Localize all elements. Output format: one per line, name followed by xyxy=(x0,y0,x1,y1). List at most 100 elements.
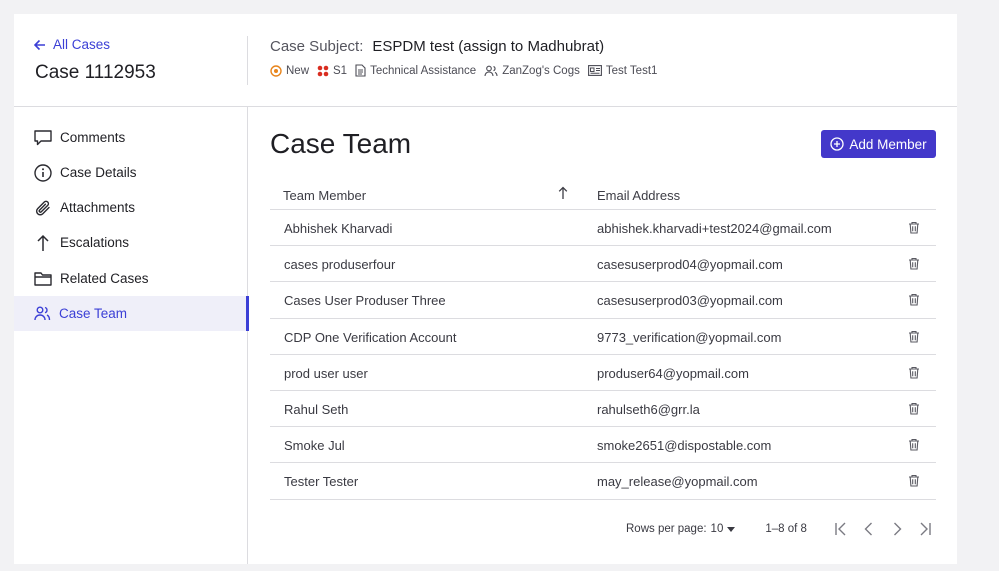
table-row: Abhishek Kharvadi abhishek.kharvadi+test2… xyxy=(270,210,936,247)
team-member-name: prod user user xyxy=(284,365,368,381)
team-member-name: cases produserfour xyxy=(284,257,396,273)
trash-icon[interactable] xyxy=(908,257,920,270)
severity-badge: S1 xyxy=(317,65,347,77)
first-page-button[interactable] xyxy=(827,522,855,536)
table-row: Tester Tester may_release@yopmail.com xyxy=(270,463,936,500)
case-card: All Cases Case 1112953 Case Subject: ESP… xyxy=(14,14,957,564)
users-icon xyxy=(484,65,498,76)
table-row: cases produserfour casesuserprod04@yopmai… xyxy=(270,246,936,283)
trash-icon[interactable] xyxy=(908,221,920,234)
sidebar: Comments Case Details Attachments Escala… xyxy=(14,107,249,564)
case-account: ZanZog's Cogs xyxy=(484,65,580,77)
all-cases-label: All Cases xyxy=(53,37,111,52)
paperclip-icon xyxy=(35,200,50,215)
rows-per-page-label: Rows per page: xyxy=(626,523,707,535)
case-subject: Case Subject: ESPDM test (assign to Madh… xyxy=(270,38,604,55)
status-text: New xyxy=(286,64,310,77)
status-target-icon xyxy=(270,64,282,77)
sidebar-item-comments[interactable]: Comments xyxy=(14,120,248,155)
case-type-text: Technical Assistance xyxy=(370,64,477,77)
team-member-email: casesuserprod04@yopmail.com xyxy=(597,257,783,273)
plus-circle-icon xyxy=(830,137,844,151)
team-member-name: Abhishek Kharvadi xyxy=(284,221,393,236)
table-row: Rahul Seth rahulseth6@grr.la xyxy=(270,391,936,428)
team-member-email: may_release@yopmail.com xyxy=(597,474,758,490)
team-member-email: abhishek.kharvadi+test2024@gmail.com xyxy=(597,221,832,236)
team-member-email: smoke2651@dispostable.com xyxy=(597,438,772,454)
sidebar-item-label: Case Details xyxy=(60,165,137,180)
status-badge: New xyxy=(270,65,309,77)
subject-value: ESPDM test (assign to Madhubrat) xyxy=(372,38,605,55)
trash-icon[interactable] xyxy=(908,402,920,415)
contact-text: Test Test1 xyxy=(605,64,658,77)
team-member-name: Cases User Produser Three xyxy=(284,293,446,309)
previous-page-button[interactable] xyxy=(855,522,883,536)
column-header-team-member[interactable]: Team Member xyxy=(283,188,366,203)
arrow-up-icon xyxy=(37,234,49,251)
table-row: Cases User Produser Three casesuserprod03… xyxy=(270,282,936,319)
header-divider xyxy=(247,36,248,85)
sidebar-item-related-cases[interactable]: Related Cases xyxy=(14,261,248,296)
sidebar-item-label: Attachments xyxy=(60,200,136,215)
caret-down-icon xyxy=(727,526,736,532)
team-member-email: produser64@yopmail.com xyxy=(597,365,749,381)
arrow-left-icon xyxy=(34,39,45,50)
last-page-icon xyxy=(920,522,931,536)
case-meta: New S1 Technical Assistance ZanZog's Cog… xyxy=(270,64,665,77)
document-icon xyxy=(355,64,366,77)
pagination: Rows per page: 10 1–8 of 8 xyxy=(626,522,939,536)
rows-per-page-select[interactable]: 10 xyxy=(711,523,736,535)
severity-text: S1 xyxy=(333,64,348,77)
folder-icon xyxy=(34,271,52,286)
team-member-email: casesuserprod03@yopmail.com xyxy=(597,293,783,309)
sort-ascending-icon[interactable] xyxy=(558,186,568,199)
table-header: Team Member Email Address xyxy=(270,177,936,210)
all-cases-link[interactable]: All Cases xyxy=(34,37,110,52)
case-type: Technical Assistance xyxy=(355,64,476,77)
team-member-name: Tester Tester xyxy=(284,474,359,490)
first-page-icon xyxy=(835,522,846,536)
column-header-email[interactable]: Email Address xyxy=(597,188,680,203)
chevron-right-icon xyxy=(893,522,902,536)
trash-icon[interactable] xyxy=(908,474,920,487)
case-team-table: Team Member Email Address Abhishek Kharv… xyxy=(270,177,936,500)
add-member-label: Add Member xyxy=(849,136,927,152)
table-row: prod user user produser64@yopmail.com xyxy=(270,355,936,391)
add-member-button[interactable]: Add Member xyxy=(821,130,936,158)
trash-icon[interactable] xyxy=(908,293,920,306)
team-member-name: Rahul Seth xyxy=(284,401,349,417)
severity-dots-icon xyxy=(317,65,329,76)
sidebar-item-attachments[interactable]: Attachments xyxy=(14,190,248,225)
next-page-button[interactable] xyxy=(883,522,911,536)
case-contact: Test Test1 xyxy=(587,64,658,77)
table-row: CDP One Verification Account 9773_verific… xyxy=(270,319,936,355)
team-member-name: Smoke Jul xyxy=(284,438,345,454)
trash-icon[interactable] xyxy=(908,438,920,451)
case-header: All Cases Case 1112953 Case Subject: ESP… xyxy=(14,14,957,107)
trash-icon[interactable] xyxy=(908,330,920,343)
trash-icon[interactable] xyxy=(908,366,920,379)
sidebar-item-case-details[interactable]: Case Details xyxy=(14,155,248,190)
table-row: Smoke Jul smoke2651@dispostable.com xyxy=(270,427,936,464)
page-title: Case Team xyxy=(270,128,412,159)
comment-icon xyxy=(34,129,52,145)
info-icon xyxy=(34,163,52,182)
team-member-email: rahulseth6@grr.la xyxy=(597,401,700,417)
team-member-email: 9773_verification@yopmail.com xyxy=(597,329,782,345)
rows-per-page-value: 10 xyxy=(710,523,724,535)
case-number: Case 1112953 xyxy=(35,62,156,83)
sidebar-item-case-team[interactable]: Case Team xyxy=(14,296,249,331)
page-range: 1–8 of 8 xyxy=(765,523,807,535)
sidebar-item-label: Escalations xyxy=(60,235,130,250)
users-icon xyxy=(34,306,51,321)
sidebar-item-label: Case Team xyxy=(59,306,128,321)
sidebar-item-label: Related Cases xyxy=(60,271,149,286)
sidebar-item-label: Comments xyxy=(60,130,126,145)
subject-label: Case Subject: xyxy=(270,38,364,55)
account-text: ZanZog's Cogs xyxy=(502,64,580,77)
id-card-icon xyxy=(587,65,602,76)
team-member-name: CDP One Verification Account xyxy=(284,329,457,345)
last-page-button[interactable] xyxy=(911,522,939,536)
chevron-left-icon xyxy=(864,522,872,536)
sidebar-item-escalations[interactable]: Escalations xyxy=(14,225,248,260)
